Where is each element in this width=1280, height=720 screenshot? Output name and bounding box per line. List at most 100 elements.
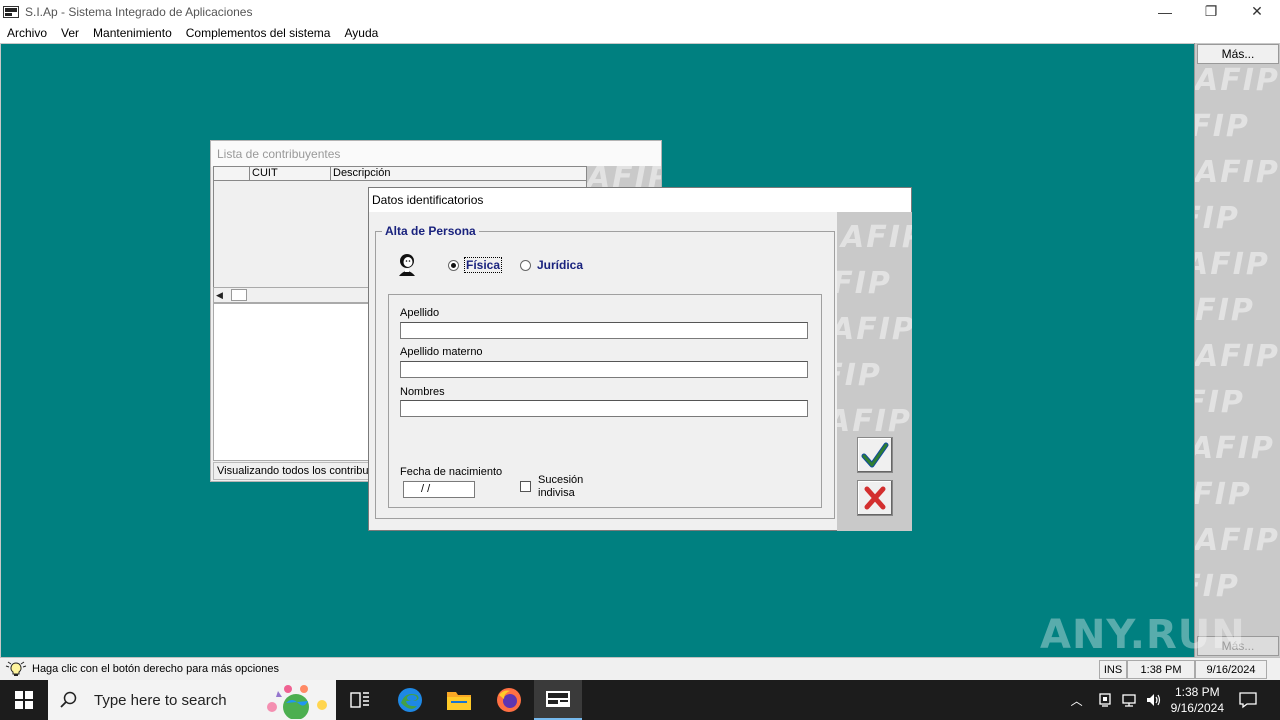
afip-watermark: AFIP bbox=[1195, 109, 1250, 144]
firefox-icon bbox=[497, 688, 521, 712]
datos-identificatorios-dialog: Datos identificatorios Alta de Persona F… bbox=[368, 187, 912, 531]
firefox-taskbar-button[interactable] bbox=[485, 680, 533, 720]
dialog-side-panel: AFIP AFIP AFIP AFIP AFIP bbox=[837, 212, 912, 531]
column-header-select[interactable] bbox=[214, 167, 250, 180]
afip-watermark: AFIP bbox=[1195, 63, 1280, 98]
afip-watermark: AFIP bbox=[837, 404, 912, 439]
radio-fisica-indicator[interactable] bbox=[448, 259, 459, 271]
accept-button[interactable] bbox=[857, 437, 893, 473]
person-icon bbox=[399, 254, 415, 276]
task-view-icon bbox=[350, 692, 369, 708]
checkmark-icon bbox=[861, 442, 889, 468]
app-status-bar: Haga clic con el botón derecho para más … bbox=[0, 657, 1280, 680]
notification-icon[interactable] bbox=[1238, 691, 1258, 709]
restore-button[interactable]: ❐ bbox=[1188, 0, 1234, 23]
network-device-icon[interactable] bbox=[1097, 692, 1113, 708]
clock-time: 1:38 PM bbox=[1174, 685, 1220, 699]
fecha-nacimiento-input[interactable]: / / bbox=[403, 481, 475, 498]
windows-icon bbox=[15, 691, 33, 709]
afip-app-icon bbox=[546, 691, 570, 707]
start-button[interactable] bbox=[0, 680, 48, 720]
radio-fisica[interactable]: Física bbox=[448, 257, 503, 273]
scroll-left-icon[interactable]: ◀ bbox=[216, 290, 223, 301]
task-view-button[interactable] bbox=[336, 680, 384, 720]
afip-watermark: AFIP bbox=[1195, 339, 1280, 374]
status-time: 1:38 PM bbox=[1127, 660, 1195, 679]
afip-watermark: AFIP bbox=[1195, 569, 1240, 604]
afip-watermark: AFIP bbox=[1195, 385, 1245, 420]
group-title: Alta de Persona bbox=[382, 224, 479, 238]
dialog-title: Datos identificatorios bbox=[369, 188, 911, 212]
edge-taskbar-button[interactable] bbox=[386, 680, 434, 720]
file-explorer-taskbar-button[interactable] bbox=[435, 680, 483, 720]
apellido-label: Apellido bbox=[400, 307, 440, 319]
radio-juridica-indicator[interactable] bbox=[520, 259, 531, 271]
afip-watermark: AFIP bbox=[1195, 201, 1240, 236]
radio-fisica-label: Física bbox=[463, 257, 503, 273]
scroll-thumb[interactable] bbox=[231, 289, 247, 301]
search-icon bbox=[60, 691, 77, 708]
status-date: 9/16/2024 bbox=[1195, 660, 1267, 679]
taskbar: Type here to search ︿ 1:38 PM 9/16/2024 bbox=[0, 680, 1280, 720]
minimize-button[interactable]: — bbox=[1142, 0, 1188, 23]
search-placeholder: Type here to search bbox=[94, 691, 227, 709]
afip-watermark: AFIP bbox=[1194, 477, 1252, 512]
contribuyentes-title: Lista de contribuyentes bbox=[211, 141, 661, 167]
side-panel: Más... AFIP AFIP AFIP AFIP AFIP AFIP AFI… bbox=[1194, 43, 1280, 657]
persona-fields-box: Apellido Apellido materno Nombres Fecha … bbox=[388, 294, 822, 508]
afip-watermark: AFIP bbox=[837, 312, 912, 347]
afip-taskbar-button[interactable] bbox=[534, 680, 582, 720]
search-highlight-icon bbox=[267, 685, 327, 719]
sucesion-label: Sucesión bbox=[538, 474, 584, 486]
chevron-up-icon[interactable]: ︿ bbox=[1071, 692, 1083, 709]
afip-watermark: AFIP bbox=[841, 220, 912, 255]
menu-mantenimiento[interactable]: Mantenimiento bbox=[86, 26, 179, 40]
indivisa-label: indivisa bbox=[538, 487, 575, 499]
column-header-descripcion[interactable]: Descripción bbox=[331, 167, 586, 180]
window-controls: — ❐ ✕ bbox=[1142, 0, 1280, 23]
title-bar: S.I.Ap - Sistema Integrado de Aplicacion… bbox=[0, 0, 1280, 23]
afip-watermark: AFIP bbox=[1195, 523, 1280, 558]
alta-persona-group: Alta de Persona Física Jurídica Apellido… bbox=[375, 224, 835, 519]
radio-juridica-label: Jurídica bbox=[537, 258, 584, 272]
lightbulb-icon bbox=[5, 661, 27, 676]
taskbar-search[interactable]: Type here to search bbox=[48, 680, 336, 720]
status-hint: Haga clic con el botón derecho para más … bbox=[32, 663, 280, 675]
system-tray: ︿ 1:38 PM 9/16/2024 bbox=[1071, 680, 1280, 720]
taskbar-clock[interactable]: 1:38 PM 9/16/2024 bbox=[1171, 684, 1224, 716]
anyrun-watermark: ANY.RUN bbox=[1040, 612, 1246, 658]
close-button[interactable]: ✕ bbox=[1234, 0, 1280, 23]
afip-app-icon bbox=[3, 5, 19, 18]
cross-icon bbox=[864, 486, 886, 510]
more-button-top[interactable]: Más... bbox=[1197, 44, 1279, 64]
afip-watermark: AFIP bbox=[837, 358, 882, 393]
window-title: S.I.Ap - Sistema Integrado de Aplicacion… bbox=[25, 4, 253, 19]
clock-date: 9/16/2024 bbox=[1170, 701, 1224, 715]
edge-icon bbox=[398, 688, 422, 712]
sucesion-indivisa-checkbox[interactable] bbox=[520, 481, 531, 492]
menu-ayuda[interactable]: Ayuda bbox=[337, 26, 385, 40]
apellido-materno-input[interactable] bbox=[400, 361, 808, 378]
fecha-nacimiento-label: Fecha de nacimiento bbox=[400, 466, 503, 478]
afip-watermark: AFIP bbox=[837, 266, 892, 301]
ethernet-icon[interactable] bbox=[1121, 692, 1137, 708]
table-header: CUIT Descripción bbox=[214, 167, 586, 181]
column-header-cuit[interactable]: CUIT bbox=[250, 167, 331, 180]
afip-watermark: AFIP bbox=[1195, 155, 1280, 190]
afip-watermark: AFIP bbox=[1195, 293, 1255, 328]
menu-ver[interactable]: Ver bbox=[54, 26, 86, 40]
folder-icon bbox=[447, 692, 471, 710]
apellido-input[interactable] bbox=[400, 322, 808, 339]
menu-bar: Archivo Ver Mantenimiento Complementos d… bbox=[0, 23, 1280, 43]
volume-icon[interactable] bbox=[1145, 692, 1163, 708]
nombres-label: Nombres bbox=[400, 386, 445, 398]
apellido-materno-label: Apellido materno bbox=[400, 346, 483, 358]
nombres-input[interactable] bbox=[400, 400, 808, 417]
afip-watermark: AFIP bbox=[1195, 247, 1270, 282]
ins-indicator: INS bbox=[1099, 660, 1127, 679]
afip-watermark: AFIP bbox=[1194, 431, 1275, 466]
menu-complementos[interactable]: Complementos del sistema bbox=[179, 26, 338, 40]
cancel-button[interactable] bbox=[857, 480, 893, 516]
menu-archivo[interactable]: Archivo bbox=[0, 26, 54, 40]
radio-juridica[interactable]: Jurídica bbox=[520, 258, 583, 272]
